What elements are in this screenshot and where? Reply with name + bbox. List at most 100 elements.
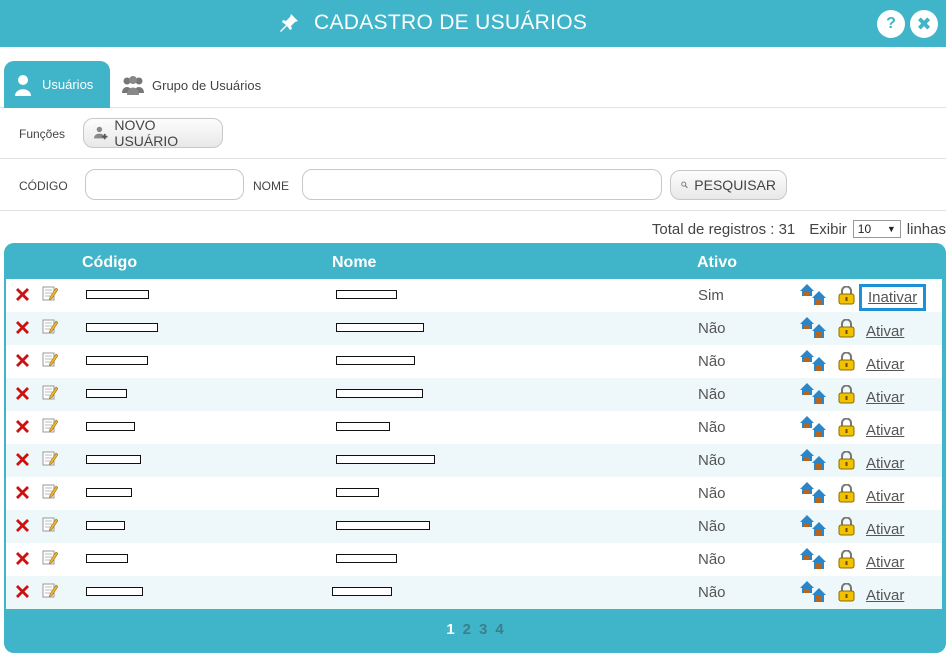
edit-icon[interactable] <box>42 483 58 499</box>
redacted-name <box>336 521 430 530</box>
page-link[interactable]: 4 <box>495 621 503 638</box>
page-link[interactable]: 3 <box>479 621 487 638</box>
active-status: Não <box>698 485 726 502</box>
edit-icon[interactable] <box>42 351 58 367</box>
redacted-code <box>86 554 128 563</box>
search-button[interactable]: PESQUISAR <box>670 170 787 200</box>
group-access-icon[interactable] <box>800 480 826 504</box>
delete-icon[interactable] <box>14 385 31 402</box>
delete-icon[interactable] <box>14 517 31 534</box>
toggle-active-link[interactable]: Ativar <box>866 554 904 571</box>
delete-icon[interactable] <box>14 550 31 567</box>
table-row: Não Ativar <box>6 378 942 411</box>
group-access-icon[interactable] <box>800 381 826 405</box>
help-button[interactable]: ? <box>877 10 905 38</box>
grid-header: Código Nome Ativo <box>4 243 946 279</box>
redacted-code <box>86 422 135 431</box>
redacted-name <box>336 389 423 398</box>
page-link[interactable]: 1 <box>446 621 454 638</box>
edit-icon[interactable] <box>42 516 58 532</box>
lines-label: linhas <box>906 220 946 238</box>
redacted-name <box>336 290 397 299</box>
toggle-active-link[interactable]: Inativar <box>859 284 927 311</box>
main-panel: Usuários Grupo de Usuários Funções NOVO … <box>0 47 946 653</box>
lock-icon[interactable] <box>838 583 855 602</box>
toggle-active-link[interactable]: Ativar <box>866 356 904 373</box>
group-access-icon[interactable] <box>800 348 826 372</box>
group-access-icon[interactable] <box>800 414 826 438</box>
records-summary: Total de registros : 31 Exibir 10 ▼ linh… <box>652 219 946 239</box>
search-row: CÓDIGO NOME PESQUISAR <box>0 159 946 211</box>
redacted-name <box>336 422 390 431</box>
pin-icon <box>280 14 298 32</box>
toggle-active-link[interactable]: Ativar <box>866 587 904 604</box>
edit-icon[interactable] <box>42 450 58 466</box>
close-button[interactable]: ✖ <box>910 10 938 38</box>
lock-icon[interactable] <box>838 385 855 404</box>
users-grid: Código Nome Ativo Sim Inativar Não Ativa… <box>4 243 946 653</box>
delete-icon[interactable] <box>14 451 31 468</box>
toggle-active-link[interactable]: Ativar <box>866 521 904 538</box>
lock-icon[interactable] <box>838 418 855 437</box>
active-status: Não <box>698 452 726 469</box>
redacted-code <box>86 521 125 530</box>
lock-icon[interactable] <box>838 517 855 536</box>
group-access-icon[interactable] <box>800 579 826 603</box>
lock-icon[interactable] <box>838 319 855 338</box>
edit-icon[interactable] <box>42 285 58 301</box>
redacted-name <box>336 455 435 464</box>
edit-icon[interactable] <box>42 549 58 565</box>
delete-icon[interactable] <box>14 583 31 600</box>
edit-icon[interactable] <box>42 582 58 598</box>
lock-icon[interactable] <box>838 286 855 305</box>
user-registration-window: CADASTRO DE USUÁRIOS ? ✖ Usuários Grupo … <box>0 0 946 653</box>
redacted-code <box>86 356 148 365</box>
lock-icon[interactable] <box>838 352 855 371</box>
name-input[interactable] <box>302 169 662 200</box>
group-access-icon[interactable] <box>800 315 826 339</box>
delete-icon[interactable] <box>14 418 31 435</box>
delete-icon[interactable] <box>14 286 31 303</box>
redacted-name <box>336 356 415 365</box>
search-label: PESQUISAR <box>694 177 776 193</box>
code-input[interactable] <box>85 169 244 200</box>
table-row: Não Ativar <box>6 510 942 543</box>
active-status: Não <box>698 353 726 370</box>
edit-icon[interactable] <box>42 384 58 400</box>
toggle-active-link[interactable]: Ativar <box>866 488 904 505</box>
redacted-name <box>336 323 424 332</box>
code-label: CÓDIGO <box>19 179 68 193</box>
name-label: NOME <box>253 179 289 193</box>
tab-users-label: Usuários <box>42 77 94 92</box>
lock-icon[interactable] <box>838 451 855 470</box>
edit-icon[interactable] <box>42 417 58 433</box>
functions-row: Funções NOVO USUÁRIO <box>0 108 946 159</box>
group-access-icon[interactable] <box>800 447 826 471</box>
edit-icon[interactable] <box>42 318 58 334</box>
pagination: 1234 <box>4 621 946 638</box>
toggle-active-link[interactable]: Ativar <box>866 455 904 472</box>
table-row: Não Ativar <box>6 576 942 609</box>
toggle-active-link[interactable]: Ativar <box>866 422 904 439</box>
tab-user-groups[interactable]: Grupo de Usuários <box>122 73 261 97</box>
search-icon <box>681 181 688 189</box>
delete-icon[interactable] <box>14 484 31 501</box>
tab-users[interactable]: Usuários <box>4 61 110 108</box>
group-access-icon[interactable] <box>800 513 826 537</box>
group-access-icon[interactable] <box>800 282 826 306</box>
toggle-active-link[interactable]: Ativar <box>866 389 904 406</box>
delete-icon[interactable] <box>14 319 31 336</box>
title-bar: CADASTRO DE USUÁRIOS ? ✖ <box>0 0 946 47</box>
toggle-active-link[interactable]: Ativar <box>866 323 904 340</box>
new-user-button[interactable]: NOVO USUÁRIO <box>83 117 223 149</box>
lock-icon[interactable] <box>838 484 855 503</box>
page-link[interactable]: 2 <box>463 621 471 638</box>
group-access-icon[interactable] <box>800 546 826 570</box>
rows-per-page-select[interactable]: 10 ▼ <box>852 220 901 238</box>
active-status: Não <box>698 419 726 436</box>
tab-bar: Usuários Grupo de Usuários <box>0 47 946 108</box>
delete-icon[interactable] <box>14 352 31 369</box>
lock-icon[interactable] <box>838 550 855 569</box>
show-label: Exibir <box>809 220 847 238</box>
user-group-icon <box>122 76 144 95</box>
